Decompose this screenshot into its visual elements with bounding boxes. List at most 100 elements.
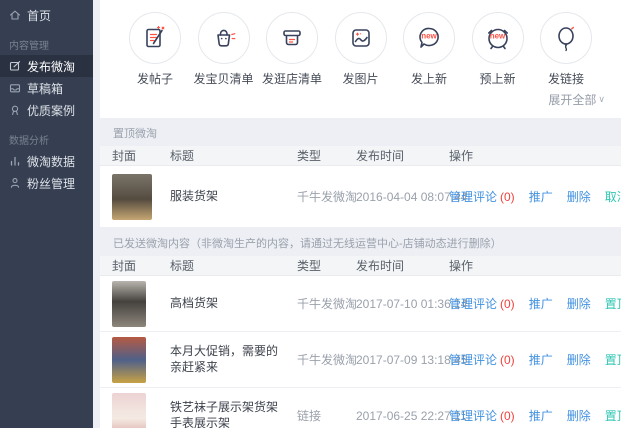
sidebar-item-publish-weitao[interactable]: 发布微淘: [0, 55, 93, 77]
sidebar-item-label: 粉丝管理: [27, 175, 75, 192]
row-type: 千牛发微淘: [297, 188, 356, 205]
pinned-table: 封面 标题 类型 发布时间 操作 服装货架 千牛发微淘 2016-04-04 0…: [100, 146, 621, 228]
comment-count: (0): [500, 409, 515, 423]
action-label: 发链接: [548, 70, 584, 87]
action-label: 预上新: [479, 70, 515, 87]
sidebar-item-home[interactable]: 首页: [0, 4, 93, 26]
cover-thumbnail[interactable]: [112, 174, 152, 220]
table-row: 高档货架 千牛发微淘 2017-07-10 01:36:14 管理评论(0) 推…: [100, 276, 621, 332]
sidebar-item-fans[interactable]: 粉丝管理: [0, 172, 93, 194]
action-item-list[interactable]: 发宝贝清单: [191, 12, 257, 87]
publish-time: 2017-07-09 13:18:45: [356, 353, 449, 367]
action-picture[interactable]: 发图片: [328, 12, 394, 87]
expand-row: 展开全部 ∨: [114, 91, 607, 108]
row-title: 高档货架: [170, 296, 297, 312]
link-icon: [540, 12, 592, 64]
unpin-link[interactable]: 取消置顶: [605, 188, 621, 205]
action-link[interactable]: 发链接: [533, 12, 599, 87]
publish-time: 2016-04-04 08:07:44: [356, 190, 449, 204]
action-label: 发图片: [342, 70, 378, 87]
cover-thumbnail[interactable]: [112, 393, 146, 428]
row-type: 千牛发微淘: [297, 295, 356, 312]
comment-count: (0): [500, 190, 515, 204]
promote-link[interactable]: 推广: [529, 407, 553, 424]
quick-actions-card: 发帖子 发宝贝清单: [100, 0, 621, 118]
column-actions: 操作: [449, 257, 621, 274]
column-type: 类型: [297, 257, 356, 274]
delete-link[interactable]: 删除: [567, 351, 591, 368]
row-type: 链接: [297, 407, 356, 424]
pin-link[interactable]: 置顶: [605, 407, 621, 424]
row-actions: 管理评论(0) 推广 删除 置顶: [449, 351, 621, 368]
fans-icon: [9, 177, 21, 189]
publish-time: 2017-07-10 01:36:14: [356, 297, 449, 311]
action-pre-arrival[interactable]: new 预上新: [465, 12, 531, 87]
expand-all-link[interactable]: 展开全部 ∨: [548, 91, 605, 108]
home-icon: [9, 9, 21, 21]
row-actions: 管理评论(0) 推广 删除 取消置顶: [449, 188, 621, 205]
new-badge: new: [421, 32, 437, 41]
delete-link[interactable]: 删除: [567, 407, 591, 424]
promote-link[interactable]: 推广: [529, 295, 553, 312]
compose-icon: [9, 60, 21, 72]
sidebar-section-content: 内容管理: [9, 37, 93, 52]
column-publish-time: 发布时间: [356, 147, 449, 164]
cover-thumbnail[interactable]: [112, 281, 146, 327]
pin-link[interactable]: 置顶: [605, 351, 621, 368]
row-actions: 管理评论(0) 推广 删除 置顶: [449, 407, 621, 424]
action-label: 发帖子: [137, 70, 173, 87]
draftbox-icon: [9, 82, 21, 94]
manage-comments-link[interactable]: 管理评论(0): [449, 407, 515, 424]
chart-icon: [9, 155, 21, 167]
quick-actions-row: 发帖子 发宝贝清单: [114, 12, 607, 87]
column-publish-time: 发布时间: [356, 257, 449, 274]
delete-link[interactable]: 删除: [567, 295, 591, 312]
promote-link[interactable]: 推广: [529, 351, 553, 368]
table-header: 封面 标题 类型 发布时间 操作: [100, 256, 621, 276]
sidebar-section-analytics: 数据分析: [9, 132, 93, 147]
cover-thumbnail[interactable]: [112, 337, 146, 383]
row-actions: 管理评论(0) 推广 删除 置顶: [449, 295, 621, 312]
sidebar-item-drafts[interactable]: 草稿箱: [0, 77, 93, 99]
sidebar-item-quality-cases[interactable]: 优质案例: [0, 99, 93, 121]
column-title: 标题: [170, 147, 297, 164]
picture-icon: [335, 12, 387, 64]
manage-comments-link[interactable]: 管理评论(0): [449, 351, 515, 368]
manage-comments-link[interactable]: 管理评论(0): [449, 188, 515, 205]
row-title: 本月大促销，需要的亲赶紧来: [170, 344, 297, 375]
post-icon: [129, 12, 181, 64]
promote-link[interactable]: 推广: [529, 188, 553, 205]
column-cover: 封面: [112, 147, 170, 164]
table-row: 铁艺袜子展示架货架手表展示架 链接 2017-06-25 22:27:11 管理…: [100, 388, 621, 428]
badge-icon: [9, 104, 21, 116]
table-row: 本月大促销，需要的亲赶紧来 千牛发微淘 2017-07-09 13:18:45 …: [100, 332, 621, 388]
new-arrival-icon: new: [403, 12, 455, 64]
column-title: 标题: [170, 257, 297, 274]
action-new-arrival[interactable]: new 发上新: [396, 12, 462, 87]
sidebar-item-label: 微淘数据: [27, 153, 75, 170]
action-label: 发宝贝清单: [193, 70, 253, 87]
shop-list-icon: [266, 12, 318, 64]
action-post[interactable]: 发帖子: [122, 12, 188, 87]
delete-link[interactable]: 删除: [567, 188, 591, 205]
sent-table: 封面 标题 类型 发布时间 操作 高档货架 千牛发微淘 2017-07-10 0…: [100, 256, 621, 428]
sidebar-item-label: 发布微淘: [27, 58, 75, 75]
new-badge: new: [490, 32, 506, 41]
sidebar: 首页 内容管理 发布微淘 草稿箱: [0, 0, 93, 428]
row-title: 服装货架: [170, 189, 297, 205]
pinned-section-title: 置顶微淘: [100, 118, 621, 146]
column-actions: 操作: [449, 147, 621, 164]
action-shop-list[interactable]: 发逛店清单: [259, 12, 325, 87]
pre-arrival-icon: new: [472, 12, 524, 64]
sidebar-item-label: 首页: [27, 7, 51, 24]
pin-link[interactable]: 置顶: [605, 295, 621, 312]
expand-all-label: 展开全部: [548, 91, 596, 108]
action-label: 发逛店清单: [262, 70, 322, 87]
sidebar-item-weitao-data[interactable]: 微淘数据: [0, 150, 93, 172]
main-content: 发帖子 发宝贝清单: [93, 0, 621, 428]
publish-time: 2017-06-25 22:27:11: [356, 409, 449, 423]
row-title: 铁艺袜子展示架货架手表展示架: [170, 400, 297, 428]
item-list-icon: [198, 12, 250, 64]
manage-comments-link[interactable]: 管理评论(0): [449, 295, 515, 312]
chevron-down-icon: ∨: [598, 94, 605, 105]
